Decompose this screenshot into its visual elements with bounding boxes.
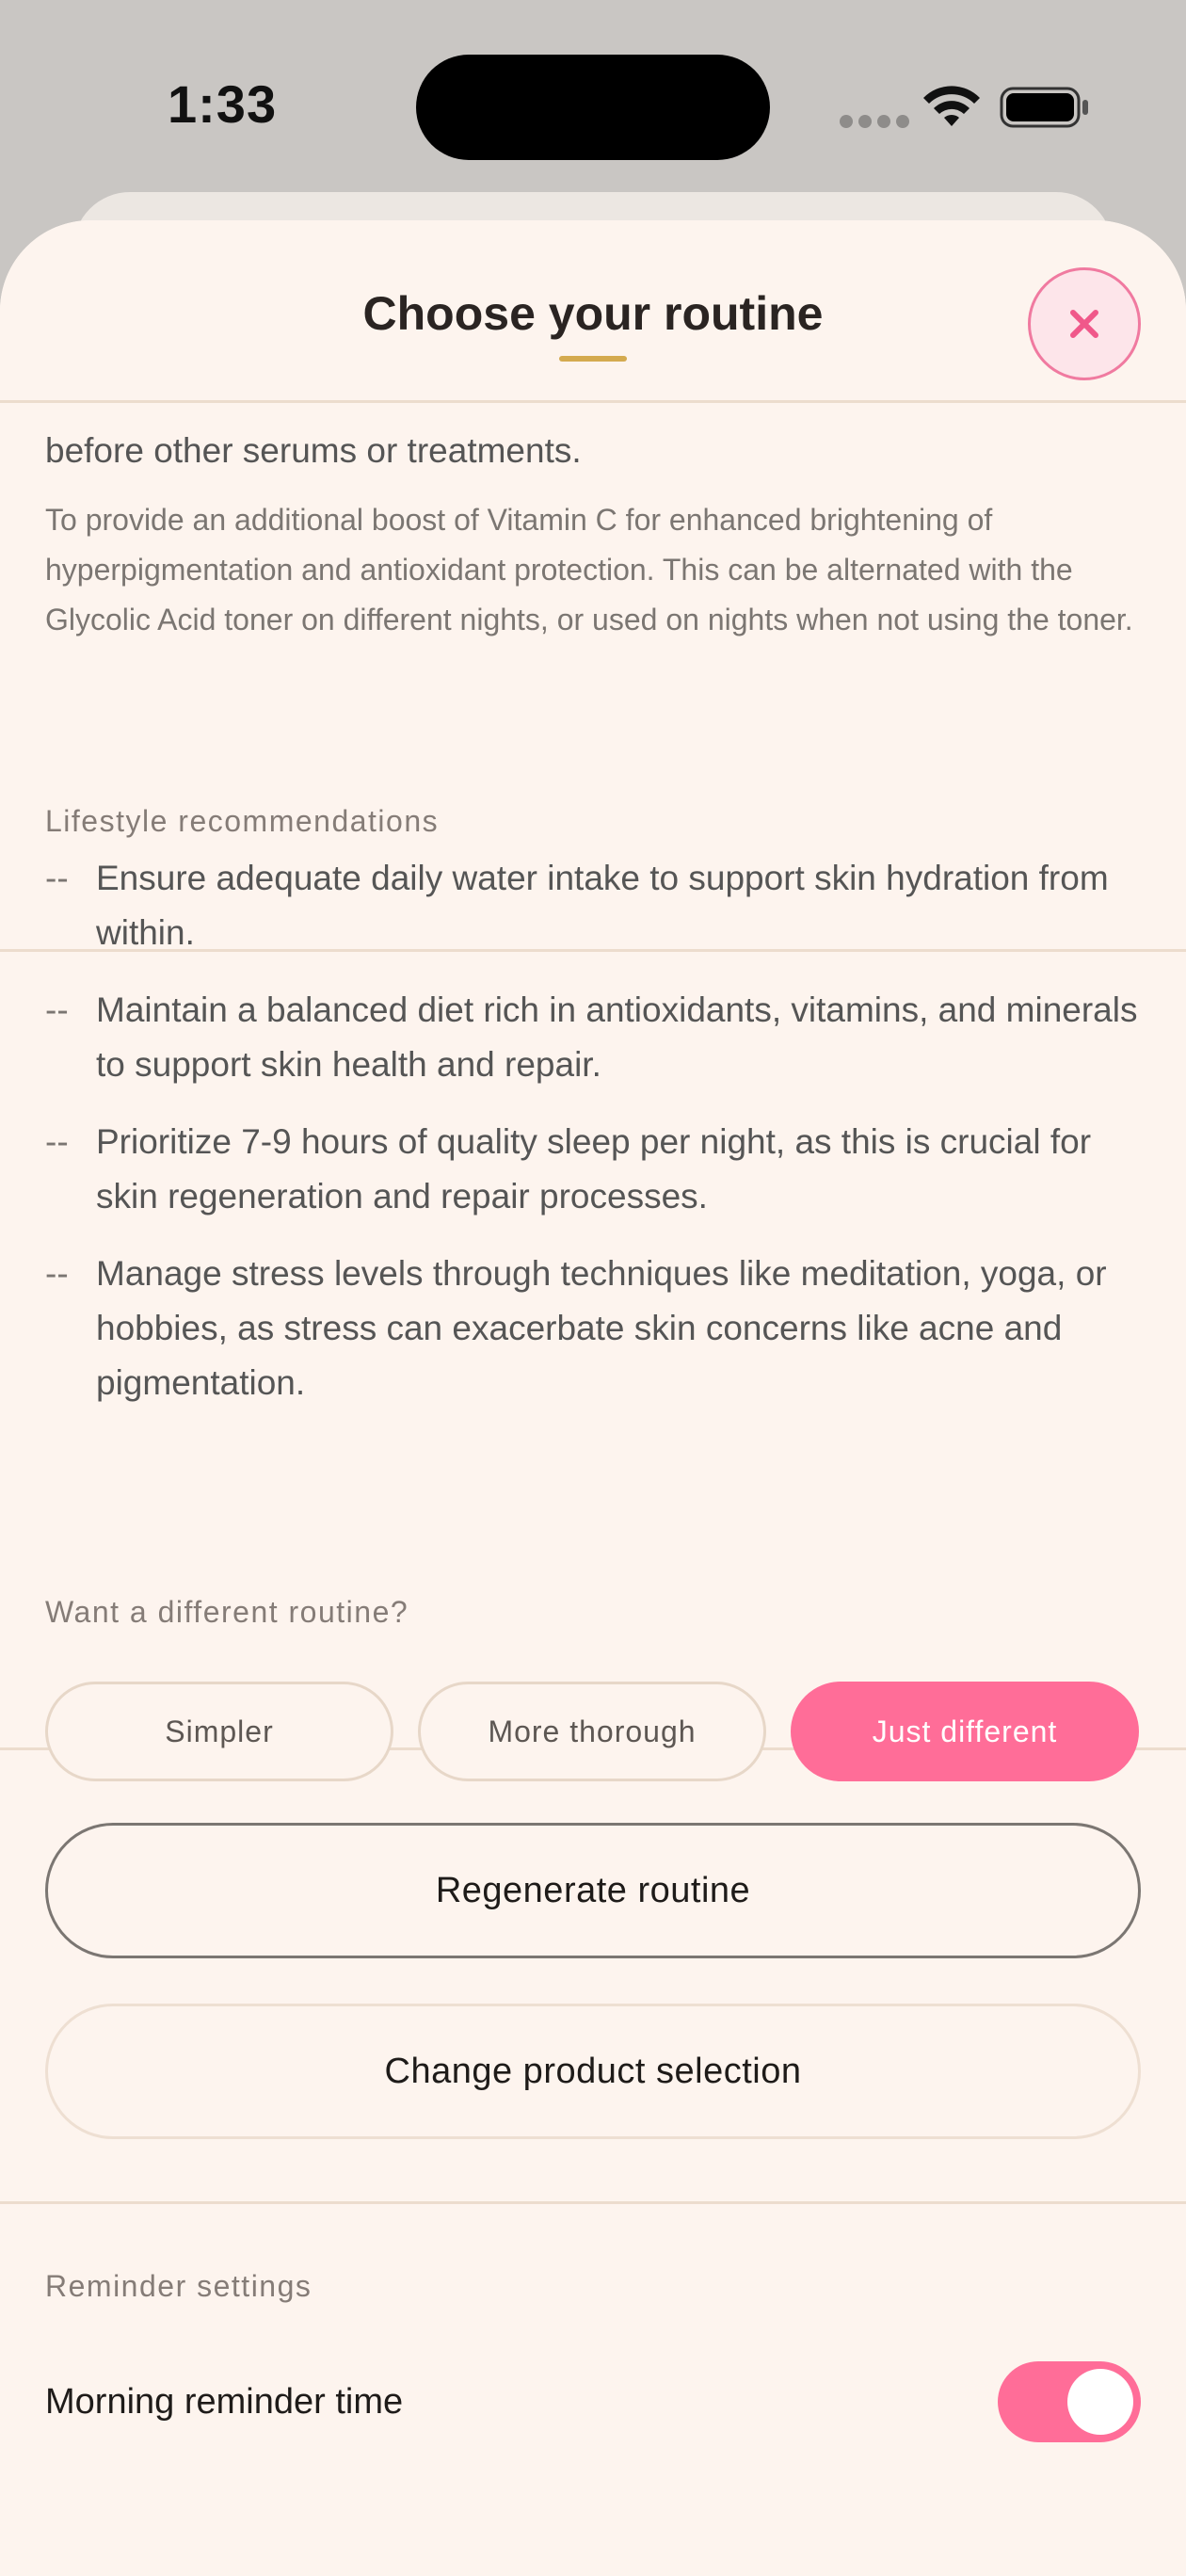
bullet-marker: -- — [45, 1122, 69, 1161]
screen: 1:33 Choose your routine before other se… — [0, 0, 1186, 2576]
close-button[interactable] — [1028, 267, 1141, 380]
divider — [0, 2201, 1186, 2204]
option-just-different[interactable]: Just different — [791, 1682, 1139, 1781]
sheet-header: Choose your routine — [0, 220, 1186, 403]
wifi-icon — [923, 86, 980, 126]
bullet-marker: -- — [45, 1254, 69, 1293]
lifestyle-section-label: Lifestyle recommendations — [45, 804, 440, 838]
cellular-signal-icon — [840, 115, 909, 128]
dynamic-island — [416, 55, 770, 160]
different-routine-label: Want a different routine? — [45, 1595, 409, 1629]
step-instruction-text: before other serums or treatments. — [45, 431, 582, 470]
list-item: -- Prioritize 7-9 hours of quality sleep… — [45, 1115, 1146, 1224]
title-underline — [559, 356, 627, 362]
lifestyle-item-text: Ensure adequate daily water intake to su… — [96, 859, 1109, 952]
lifestyle-item-text: Maintain a balanced diet rich in antioxi… — [96, 990, 1138, 1084]
sheet-title: Choose your routine — [362, 287, 824, 340]
regenerate-routine-button[interactable]: Regenerate routine — [45, 1823, 1141, 1958]
option-more-thorough[interactable]: More thorough — [418, 1682, 766, 1781]
lifestyle-item-text: Prioritize 7-9 hours of quality sleep pe… — [96, 1122, 1092, 1216]
list-item: -- Ensure adequate daily water intake to… — [45, 851, 1146, 960]
bullet-marker: -- — [45, 990, 69, 1029]
status-time: 1:33 — [168, 74, 278, 134]
list-item: -- Manage stress levels through techniqu… — [45, 1247, 1146, 1410]
battery-icon — [1000, 87, 1088, 128]
routine-option-group: Simpler More thorough Just different — [45, 1682, 1141, 1781]
morning-reminder-label: Morning reminder time — [45, 2381, 404, 2422]
option-simpler[interactable]: Simpler — [45, 1682, 393, 1781]
morning-reminder-row: Morning reminder time — [45, 2359, 1141, 2444]
reminder-settings-label: Reminder settings — [45, 2269, 313, 2303]
routine-sheet: Choose your routine before other serums … — [0, 220, 1186, 2576]
lifestyle-item-text: Manage stress levels through techniques … — [96, 1254, 1107, 1402]
close-icon — [1070, 310, 1098, 338]
step-note: To provide an additional boost of Vitami… — [45, 503, 1133, 636]
lifestyle-list: -- Ensure adequate daily water intake to… — [45, 851, 1146, 1433]
toggle-knob — [1067, 2369, 1133, 2435]
morning-reminder-toggle[interactable] — [998, 2361, 1141, 2442]
change-product-selection-button[interactable]: Change product selection — [45, 2004, 1141, 2139]
bullet-marker: -- — [45, 859, 69, 897]
list-item: -- Maintain a balanced diet rich in anti… — [45, 983, 1146, 1092]
